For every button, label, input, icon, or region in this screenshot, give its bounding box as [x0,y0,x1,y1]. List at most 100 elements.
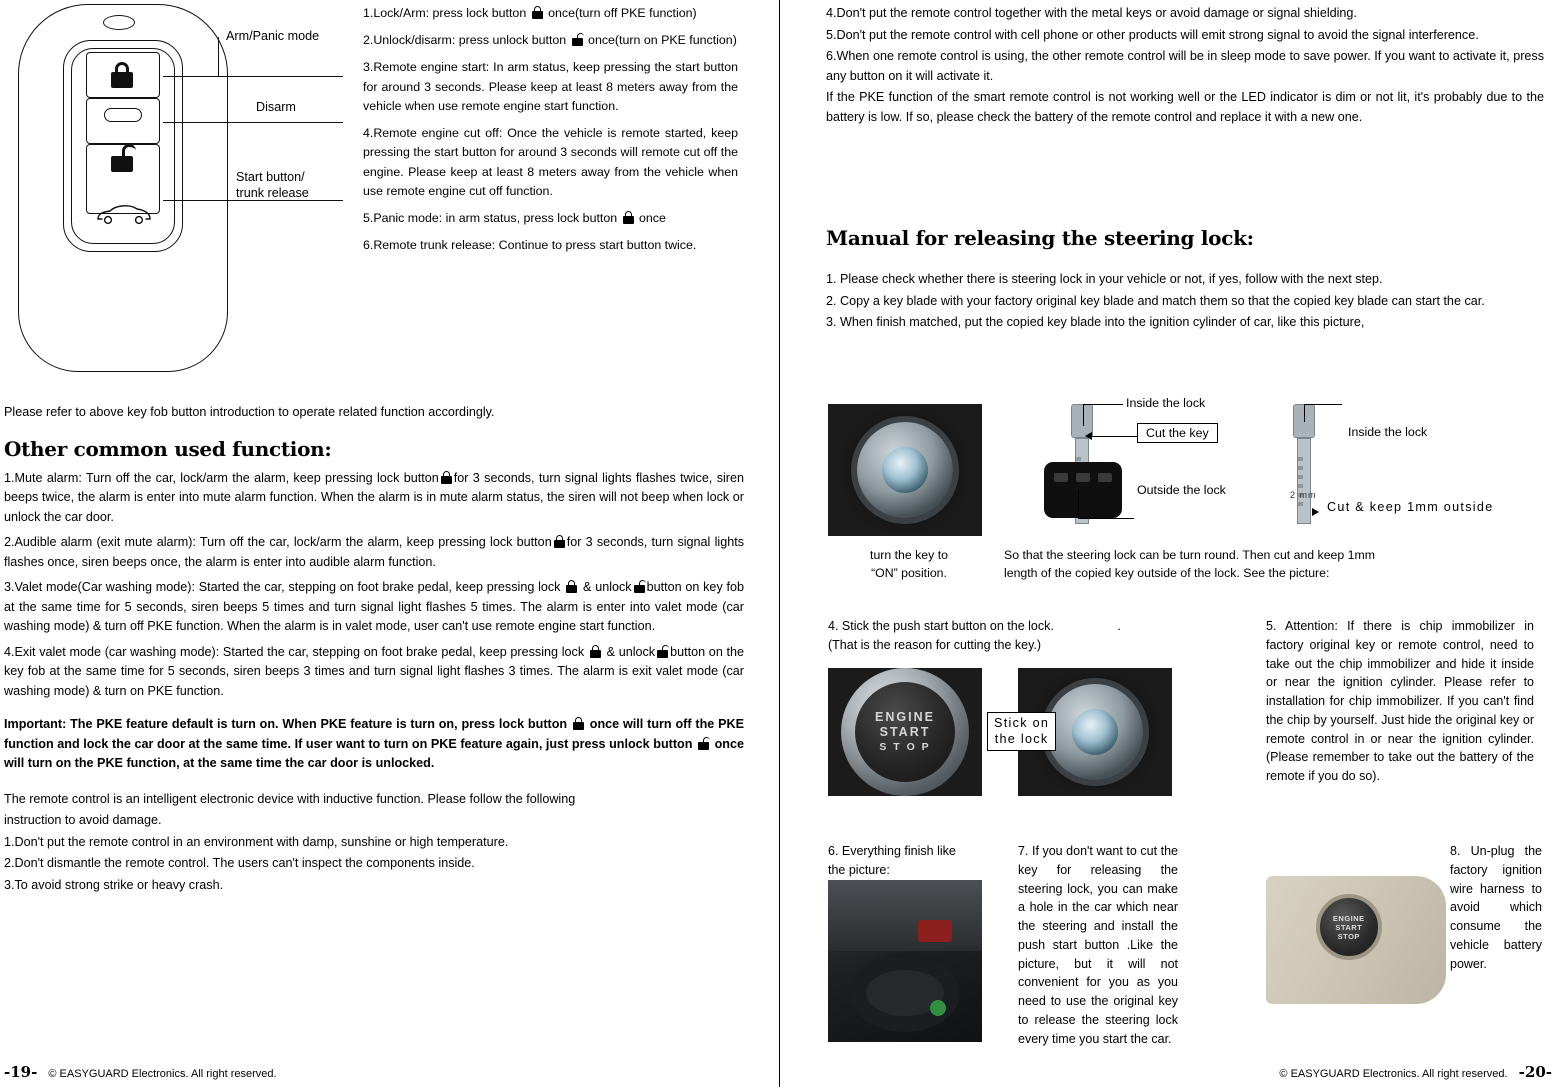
common-function-3: 3.Valet mode(Car washing mode): Started … [4,578,744,637]
key-pointer-vline [1083,404,1084,426]
steering-step-2: 2. Copy a key blade with your factory or… [826,293,1485,308]
page-number-left: -19- [4,1063,38,1081]
cut-keep-arrow [1312,508,1319,516]
unlock-icon [571,33,584,47]
steering-lock-heading-wrap: Manual for releasing the steering lock: [826,226,1526,250]
ignition-panel-photo: ENGINE START STOP [1266,876,1446,1004]
footer-right: © EASYGUARD Electronics. All right reser… [1279,1063,1552,1081]
left-page: Arm/Panic mode Disarm Start button/ trun… [0,0,778,1087]
label-disarm: Disarm [256,100,296,114]
closing-line-5: 3.To avoid strong strike or heavy crash. [4,877,224,892]
cut-key-leader [1092,436,1137,437]
step-4-line-b: (That is the reason for cutting the key.… [828,637,1042,652]
panel-engine-text: ENGINE [1332,913,1365,923]
stick-line-2: the lock [994,731,1049,746]
label-inside-the-lock-2: Inside the lock [1348,425,1428,439]
right-page: 4.Don't put the remote control together … [782,0,1560,1087]
step-5-text: 5. Attention: If there is chip immobiliz… [1266,619,1534,783]
lock-icon [589,644,601,658]
page-number-right: -20- [1518,1063,1552,1081]
footer-left: -19- © EASYGUARD Electronics. All right … [4,1063,277,1081]
manual-page: Arm/Panic mode Disarm Start button/ trun… [0,0,1560,1087]
cut-key-arrow [1085,432,1092,440]
key-2mm-mark: 2 mm [1290,490,1317,500]
steering-step-3: 3. When finish matched, put the copied k… [826,315,1365,330]
lock-icon [572,717,584,731]
cf3-amp: & [583,580,592,595]
note-battery: If the PKE function of the smart remote … [826,90,1544,124]
step-8-text: 8. Un-plug the factory ignition wire har… [1450,844,1542,971]
refer-note: Please refer to above key fob button int… [4,405,495,419]
label-cut-the-key: Cut the key [1137,423,1218,443]
caption-steering-round: So that the steering lock can be turn ro… [1004,547,1524,583]
label-inside-the-lock-1: Inside the lock [1126,396,1206,410]
label-arm-panic-mode: Arm/Panic mode [226,29,320,43]
common-function-4: 4.Exit valet mode (car washing mode): St… [4,643,744,702]
section-title-other-functions: Other common used function: [4,436,332,461]
key-fob-diagram: Arm/Panic mode Disarm Start button/ trun… [8,4,358,384]
outside-lock-vline [1078,490,1079,518]
outside-lock-leader [1078,518,1134,519]
lock-icon [566,580,578,594]
lock-icon [440,470,452,484]
start-btn-engine: ENGINE [875,709,935,724]
steering-lock-steps: 1. Please check whether there is steerin… [826,270,1544,335]
leader-line-arm [163,76,343,77]
remote-fob-illustration [1044,462,1122,518]
common-function-1: 1.Mute alarm: Turn off the car, lock/arm… [4,469,744,528]
step-4-dot: . [1117,619,1121,633]
function-item-4: 4.Remote engine cut off: Once the vehicl… [363,126,738,198]
closing-line-2: instruction to avoid damage. [4,813,162,828]
label-outside-the-lock: Outside the lock [1137,483,1226,497]
step-4-text: 4. Stick the push start button on the lo… [828,617,1128,655]
remote-notes: 4.Don't put the remote control together … [826,4,1544,129]
section-title-steering-lock: Manual for releasing the steering lock: [826,226,1254,250]
caption-turn-key-line2: “ON” position. [871,565,947,580]
inside-lock-2-hline [1304,404,1342,405]
lock-open-icon [111,144,136,172]
label-start-button: Start button/ [236,170,305,184]
stick-line-1: Stick on [994,716,1050,730]
step-4-line-a: 4. Stick the push start button on the lo… [828,619,1054,633]
unlock-icon [657,644,670,658]
copyright-left: © EASYGUARD Electronics. All right reser… [48,1068,277,1080]
note-5: 5.Don't put the remote control with cell… [826,27,1479,42]
unlock-icon [633,580,646,594]
cf1-text-a: 1.Mute alarm: Turn off the car, lock/arm… [4,470,439,485]
cf3-text-a: 3.Valet mode(Car washing mode): Started … [4,580,561,595]
panel-start-text: START [1335,922,1363,932]
note-6: 6.When one remote control is using, the … [826,49,1544,83]
note-4: 4.Don't put the remote control together … [826,6,1357,20]
cf4-text-a: 4.Exit valet mode (car washing mode): St… [4,644,585,659]
lock-icon [531,6,543,19]
left-body-text: Please refer to above key fob button int… [4,403,744,897]
steering-step-1: 1. Please check whether there is steerin… [826,272,1383,286]
cf4-unlock-word: unlock [618,644,656,659]
inside-lock-2-vline [1304,404,1305,422]
unlock-icon [698,736,711,750]
step-6-line-b: the picture: [828,862,890,877]
leader-line-disarm [163,122,343,123]
function-item-1: 1.Lock/Arm: press lock button once(turn … [363,6,697,20]
leader-tick-arm [218,37,219,77]
leader-line-start [163,200,343,201]
lock-closed-icon [111,62,133,88]
step-7-text: 7. If you don't want to cut the key for … [1018,844,1178,1046]
closing-line-1: The remote control is an intelligent ele… [4,791,576,806]
fob-function-list: 1.Lock/Arm: press lock button once(turn … [363,4,738,263]
start-btn-stop: S T O P [879,741,931,754]
cf3-unlock-word: unlock [595,580,632,595]
fob-button-oval [104,108,142,122]
caption-turn-key: turn the key to “ON” position. [844,547,974,583]
important-a: Important: The PKE feature default is tu… [4,717,568,732]
step-6-line-a: 6. Everything finish like [828,844,956,858]
panel-push-start-button: ENGINE START STOP [1315,894,1382,961]
start-btn-start: START [879,725,931,740]
lock-icon [553,535,565,549]
cf4-amp: & [606,644,615,659]
fob-keyring [103,15,135,30]
caption-turn-key-line1: turn the key to [870,548,948,562]
step-6-text: 6. Everything finish like the picture: [828,842,1008,880]
caption-steering-line1: So that the steering lock can be turn ro… [1004,548,1375,562]
ignition-cylinder-photo-1 [828,404,982,536]
